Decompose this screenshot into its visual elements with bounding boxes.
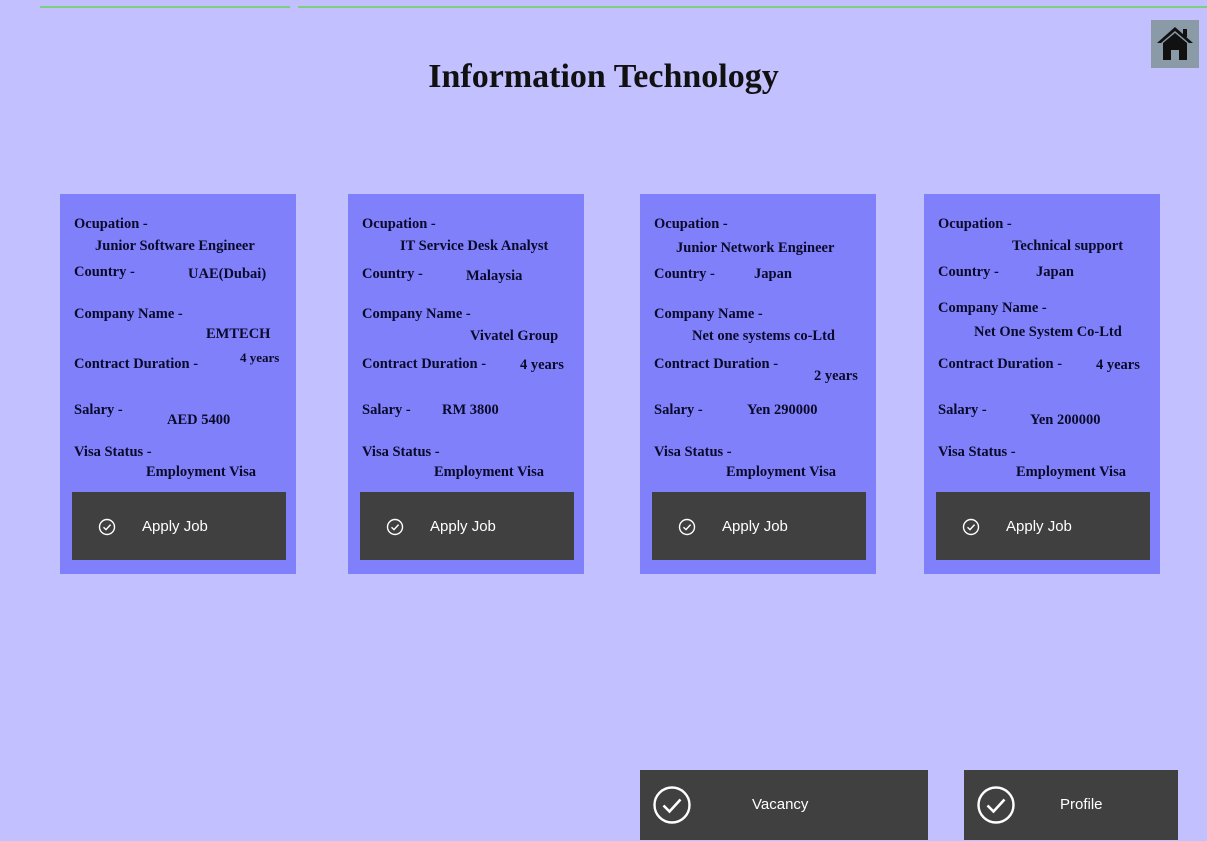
company-value: Vivatel Group xyxy=(470,328,559,344)
page-title: Information Technology xyxy=(428,58,779,95)
vacancy-button[interactable]: Vacancy xyxy=(640,770,928,840)
country-value: Japan xyxy=(754,266,792,282)
check-circle-icon xyxy=(678,518,696,536)
occupation-value: Junior Network Engineer xyxy=(676,240,835,256)
contract-label: Contract Duration - xyxy=(938,356,1063,372)
check-circle-icon xyxy=(653,786,691,824)
country-label: Country - xyxy=(654,266,715,282)
contract-label: Contract Duration - xyxy=(362,356,487,372)
occupation-label: Ocupation - xyxy=(74,216,148,232)
check-circle-icon xyxy=(977,786,1015,824)
occupation-value: Junior Software Engineer xyxy=(95,238,255,254)
company-label: Company Name - xyxy=(362,306,471,322)
occupation-value: Technical support xyxy=(1012,238,1124,254)
apply-job-button[interactable]: Apply Job xyxy=(360,492,574,560)
country-label: Country - xyxy=(362,266,423,282)
salary-value: Yen 290000 xyxy=(747,402,818,418)
contract-value: 2 years xyxy=(814,368,858,384)
top-divider-right xyxy=(298,6,1207,8)
apply-job-button[interactable]: Apply Job xyxy=(652,492,866,560)
company-value: Net One System Co-Ltd xyxy=(974,324,1122,340)
company-label: Company Name - xyxy=(74,306,183,322)
contract-value: 4 years xyxy=(520,357,564,373)
job-card: Ocupation - Junior Network Engineer Coun… xyxy=(640,194,876,574)
apply-job-label: Apply Job xyxy=(430,518,496,535)
country-value: UAE(Dubai) xyxy=(188,266,267,282)
job-card: Ocupation - Technical support Country - … xyxy=(924,194,1160,574)
apply-job-label: Apply Job xyxy=(142,518,208,535)
job-card: Ocupation - Junior Software Engineer Cou… xyxy=(60,194,296,574)
occupation-label: Ocupation - xyxy=(654,216,728,232)
vacancy-label: Vacancy xyxy=(752,796,809,813)
salary-label: Salary - xyxy=(362,402,411,418)
country-value: Malaysia xyxy=(466,268,523,284)
salary-value: AED 5400 xyxy=(167,412,231,428)
visa-value: Employment Visa xyxy=(726,464,836,480)
check-circle-icon xyxy=(962,518,980,536)
visa-label: Visa Status - xyxy=(938,444,1016,460)
country-label: Country - xyxy=(938,264,999,280)
visa-label: Visa Status - xyxy=(654,444,732,460)
contract-value: 4 years xyxy=(240,350,280,365)
salary-label: Salary - xyxy=(654,402,703,418)
occupation-value: IT Service Desk Analyst xyxy=(400,238,549,254)
visa-value: Employment Visa xyxy=(434,464,544,480)
contract-label: Contract Duration - xyxy=(74,356,199,372)
company-label: Company Name - xyxy=(654,306,763,322)
country-label: Country - xyxy=(74,264,135,280)
job-card: Ocupation - IT Service Desk Analyst Coun… xyxy=(348,194,584,574)
salary-value: Yen 200000 xyxy=(1030,412,1101,428)
company-value: Net one systems co-Ltd xyxy=(692,328,835,344)
contract-value: 4 years xyxy=(1096,357,1140,373)
country-value: Japan xyxy=(1036,264,1074,280)
occupation-label: Ocupation - xyxy=(938,216,1012,232)
company-label: Company Name - xyxy=(938,300,1047,316)
apply-job-button[interactable]: Apply Job xyxy=(936,492,1150,560)
visa-label: Visa Status - xyxy=(74,444,152,460)
check-circle-icon xyxy=(98,518,116,536)
profile-label: Profile xyxy=(1060,796,1103,813)
apply-job-button[interactable]: Apply Job xyxy=(72,492,286,560)
company-value: EMTECH xyxy=(206,326,271,342)
top-divider-left xyxy=(40,6,290,8)
contract-label: Contract Duration - xyxy=(654,356,779,372)
salary-value: RM 3800 xyxy=(442,402,499,418)
occupation-label: Ocupation - xyxy=(362,216,436,232)
salary-label: Salary - xyxy=(74,402,123,418)
check-circle-icon xyxy=(386,518,404,536)
apply-job-label: Apply Job xyxy=(1006,518,1072,535)
salary-label: Salary - xyxy=(938,402,987,418)
visa-value: Employment Visa xyxy=(146,464,256,480)
visa-label: Visa Status - xyxy=(362,444,440,460)
visa-value: Employment Visa xyxy=(1016,464,1126,480)
profile-button[interactable]: Profile xyxy=(964,770,1178,840)
apply-job-label: Apply Job xyxy=(722,518,788,535)
